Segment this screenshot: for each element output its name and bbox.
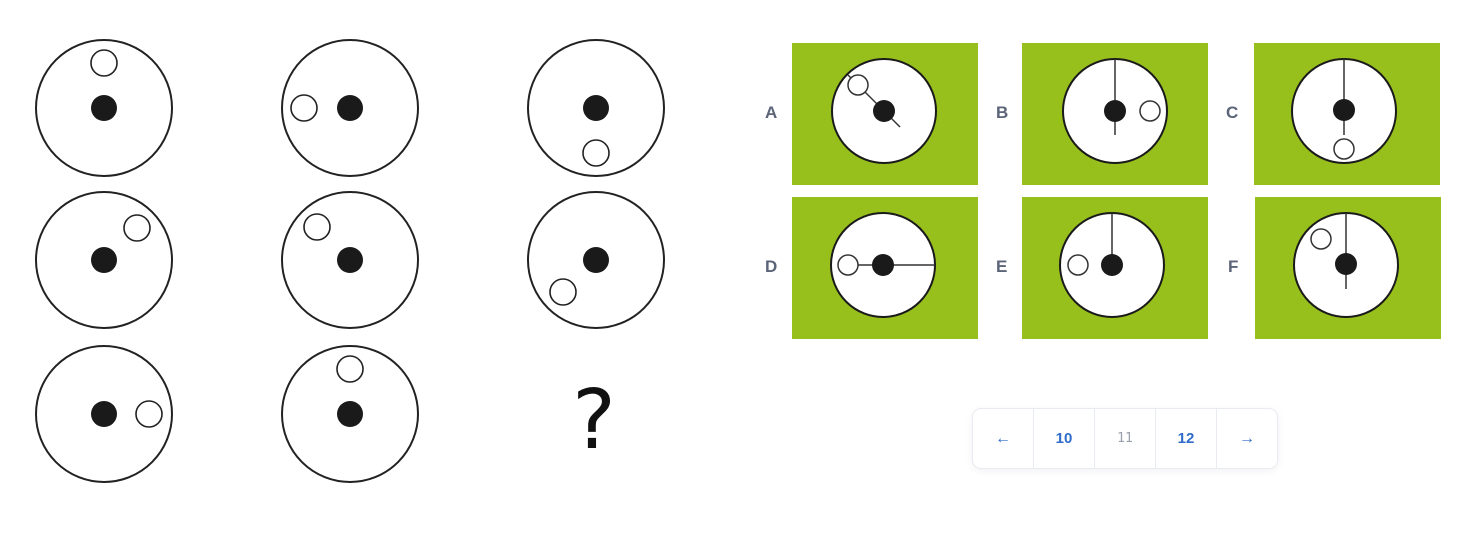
option-e[interactable] [1022, 197, 1208, 339]
option-a[interactable] [792, 43, 978, 185]
option-label-b: B [996, 103, 1009, 122]
puzzle-matrix: ? [35, 39, 665, 483]
center-dot [583, 95, 609, 121]
puzzle-cell-1-2 [281, 39, 419, 177]
option-f-figure [1293, 212, 1399, 318]
page-button-11-current[interactable]: 11 [1095, 409, 1156, 468]
center-dot [337, 95, 363, 121]
option-c[interactable] [1254, 43, 1440, 185]
center-dot [337, 401, 363, 427]
option-e-figure [1059, 212, 1165, 318]
question-mark: ? [572, 373, 616, 468]
small-circle [123, 214, 151, 242]
puzzle-cell-2-2 [281, 191, 419, 329]
option-b-figure [1062, 58, 1168, 164]
page-button-10[interactable]: 10 [1034, 409, 1095, 468]
pagination: ← 10 11 12 → [972, 408, 1278, 469]
page-button-12[interactable]: 12 [1156, 409, 1217, 468]
option-d-figure [830, 212, 936, 318]
center-dot [337, 247, 363, 273]
small-circle [303, 213, 331, 241]
option-b[interactable] [1022, 43, 1208, 185]
arrow-right-icon: → [1239, 429, 1255, 447]
option-d[interactable] [792, 197, 978, 339]
puzzle-cell-3-1 [35, 345, 173, 483]
small-circle [290, 94, 318, 122]
center-dot [91, 401, 117, 427]
option-c-figure [1291, 58, 1397, 164]
option-label-f: F [1228, 257, 1239, 276]
option-f[interactable] [1255, 197, 1441, 339]
option-label-c: C [1226, 103, 1239, 122]
arrow-left-icon: ← [995, 429, 1011, 447]
puzzle-cell-1-3 [527, 39, 665, 177]
prev-page-button[interactable]: ← [973, 409, 1034, 468]
small-circle [549, 278, 577, 306]
puzzle-cell-2-1 [35, 191, 173, 329]
small-circle [90, 49, 118, 77]
option-label-d: D [765, 257, 778, 276]
center-dot [91, 247, 117, 273]
option-label-a: A [765, 103, 778, 122]
small-circle [582, 139, 610, 167]
center-dot [583, 247, 609, 273]
small-circle [336, 355, 364, 383]
small-circle [135, 400, 163, 428]
puzzle-cell-1-1 [35, 39, 173, 177]
option-label-e: E [996, 257, 1008, 276]
puzzle-cell-2-3 [527, 191, 665, 329]
puzzle-cell-3-2 [281, 345, 419, 483]
option-a-figure [831, 58, 937, 164]
next-page-button[interactable]: → [1217, 409, 1277, 468]
center-dot [91, 95, 117, 121]
